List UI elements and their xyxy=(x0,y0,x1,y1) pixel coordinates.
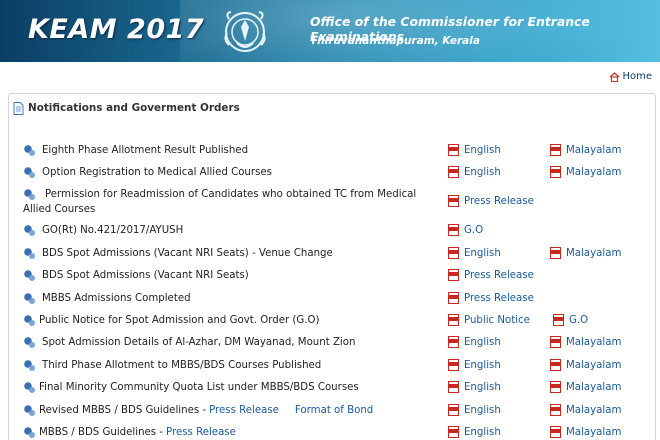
notice-title: Public Notice for Spot Admission and Gov… xyxy=(39,315,320,326)
notice-title: BDS Spot Admissions (Vacant NRI Seats) xyxy=(42,270,249,281)
notice-title: Revised MBBS / BDS Guidelines - Press Rel… xyxy=(39,405,374,416)
go-link[interactable]: G.O xyxy=(553,314,588,326)
format-of-bond-link[interactable]: Format of Bond xyxy=(295,405,373,416)
notice-title: MBBS Admissions Completed xyxy=(42,293,191,304)
press-release-link[interactable]: Press Release xyxy=(448,269,534,281)
press-release-link[interactable]: Press Release xyxy=(209,405,279,416)
pdf-icon xyxy=(448,404,459,416)
notice-title: GO(Rt) No.421/2017/AYUSH xyxy=(42,225,184,236)
english-link[interactable]: English xyxy=(448,336,501,348)
pdf-icon xyxy=(448,269,459,281)
malayalam-link[interactable]: Malayalam xyxy=(550,404,621,416)
notice-title: Permission for Readmission of Candidates… xyxy=(23,189,417,215)
pdf-icon xyxy=(550,247,561,259)
home-link[interactable]: Home xyxy=(609,71,652,82)
malayalam-link[interactable]: Malayalam xyxy=(550,336,621,348)
notice-bullet-icon xyxy=(24,293,35,304)
notice-title: MBBS / BDS Guidelines - Press Release xyxy=(39,427,236,438)
press-release-link[interactable]: Press Release xyxy=(448,195,534,207)
pdf-icon xyxy=(550,359,561,371)
malayalam-link[interactable]: Malayalam xyxy=(550,144,621,156)
english-link[interactable]: English xyxy=(448,404,501,416)
pdf-icon xyxy=(448,359,459,371)
public-notice-link[interactable]: Public Notice xyxy=(448,314,530,326)
notice-bullet-icon xyxy=(24,382,35,393)
keam-logo[interactable]: KEAM 2017 xyxy=(28,14,204,45)
malayalam-link[interactable]: Malayalam xyxy=(550,166,621,178)
pdf-icon xyxy=(448,224,459,236)
pdf-icon xyxy=(448,336,459,348)
pdf-icon xyxy=(550,166,561,178)
malayalam-link[interactable]: Malayalam xyxy=(550,359,621,371)
pdf-icon xyxy=(550,404,561,416)
notice-bullet-icon xyxy=(24,337,35,348)
press-release-link[interactable]: Press Release xyxy=(448,292,534,304)
pdf-icon xyxy=(550,336,561,348)
office-location: Thiruvananthapuram, Kerala xyxy=(310,35,480,47)
pdf-icon xyxy=(448,314,459,326)
pdf-icon xyxy=(448,381,459,393)
english-link[interactable]: English xyxy=(448,166,501,178)
notice-bullet-icon xyxy=(24,248,35,259)
notice-title: Third Phase Allotment to MBBS/BDS Course… xyxy=(42,360,322,371)
notice-title: Eighth Phase Allotment Result Published xyxy=(42,145,249,156)
pdf-icon xyxy=(550,381,561,393)
home-label: Home xyxy=(622,71,652,82)
english-link[interactable]: English xyxy=(448,144,501,156)
malayalam-link[interactable]: Malayalam xyxy=(550,426,621,438)
home-icon xyxy=(610,71,620,82)
notice-bullet-icon xyxy=(24,225,35,236)
pdf-icon xyxy=(550,144,561,156)
document-icon xyxy=(13,101,24,115)
notice-title: Final Minority Community Quota List unde… xyxy=(39,382,359,393)
notice-bullet-icon xyxy=(24,270,35,281)
notifications-panel: Notifications and Goverment Orders Eight… xyxy=(8,93,656,440)
english-link[interactable]: English xyxy=(448,359,501,371)
notice-title: Spot Admission Details of Al-Azhar, DM W… xyxy=(42,337,356,348)
panel-title: Notifications and Goverment Orders xyxy=(28,102,240,114)
pdf-icon xyxy=(448,144,459,156)
english-link[interactable]: English xyxy=(448,426,501,438)
notice-bullet-icon xyxy=(24,405,35,416)
pdf-icon xyxy=(448,195,459,207)
pdf-icon xyxy=(448,247,459,259)
kerala-emblem-icon xyxy=(224,11,266,52)
notice-bullet-icon xyxy=(24,315,35,326)
notice-bullet-icon xyxy=(24,167,35,178)
go-link[interactable]: G.O xyxy=(448,224,483,236)
malayalam-link[interactable]: Malayalam xyxy=(550,381,621,393)
notice-bullet-icon xyxy=(24,145,35,156)
pdf-icon xyxy=(448,426,459,438)
header-banner: KEAM 2017 Office of the Commissioner for… xyxy=(0,0,660,62)
pdf-icon xyxy=(553,314,564,326)
notice-title: BDS Spot Admissions (Vacant NRI Seats) -… xyxy=(42,248,333,259)
press-release-link[interactable]: Press Release xyxy=(166,427,236,438)
panel-header: Notifications and Goverment Orders xyxy=(9,94,655,122)
pdf-icon xyxy=(448,292,459,304)
pdf-icon xyxy=(550,426,561,438)
notice-bullet-icon xyxy=(24,360,35,371)
english-link[interactable]: English xyxy=(448,381,501,393)
notice-bullet-icon xyxy=(24,427,35,438)
notice-title: Option Registration to Medical Allied Co… xyxy=(42,167,272,178)
malayalam-link[interactable]: Malayalam xyxy=(550,247,621,259)
english-link[interactable]: English xyxy=(448,247,501,259)
pdf-icon xyxy=(448,166,459,178)
